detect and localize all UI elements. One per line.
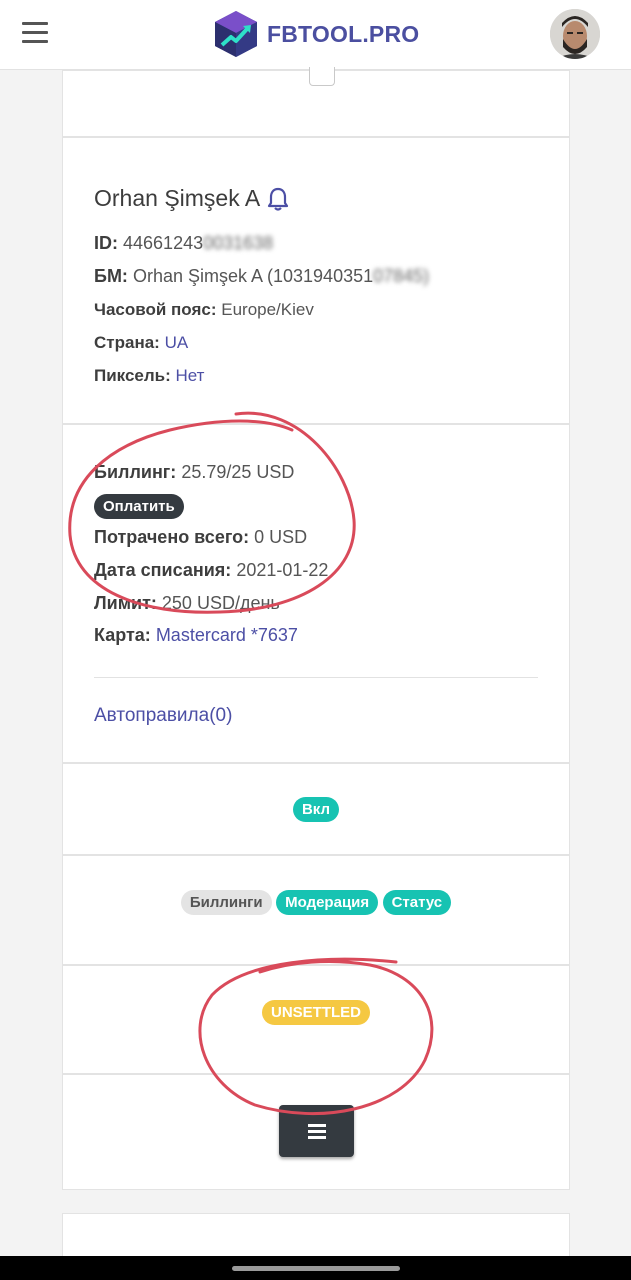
- billing-value: 25.79/25 USD: [181, 462, 295, 482]
- logo-cube-icon: [215, 11, 257, 57]
- avatar-image: [550, 9, 600, 59]
- tags-row: Биллинги Модерация Статус: [63, 890, 569, 915]
- pay-row: Оплатить: [94, 494, 184, 519]
- status-card: Вкл: [62, 763, 570, 855]
- billing-row: Биллинг: 25.79/25 USD: [94, 462, 294, 483]
- tag-moderation[interactable]: Модерация: [276, 890, 379, 915]
- limit-label: Лимит:: [94, 593, 157, 613]
- home-indicator[interactable]: [232, 1266, 400, 1271]
- actions-menu-button[interactable]: [279, 1105, 354, 1157]
- spent-value: 0 USD: [254, 527, 308, 547]
- account-id-row: ID: 446612430031638: [94, 233, 273, 254]
- spent-row: Потрачено всего: 0 USD: [94, 527, 307, 548]
- timezone-value: Europe/Kiev: [221, 300, 314, 319]
- select-checkbox[interactable]: [309, 67, 335, 86]
- country-label: Страна:: [94, 333, 160, 352]
- top-bar: FBTOOL.PRO: [0, 0, 631, 70]
- enabled-badge[interactable]: Вкл: [292, 797, 340, 822]
- unsettled-badge: UNSETTLED: [262, 1000, 370, 1025]
- country-row: Страна: UA: [94, 333, 188, 353]
- pixel-row: Пиксель: Нет: [94, 366, 204, 386]
- tag-billings[interactable]: Биллинги: [180, 890, 272, 915]
- user-avatar[interactable]: [550, 9, 600, 59]
- billing-label: Биллинг:: [94, 462, 177, 482]
- id-value: 44661243: [123, 233, 204, 253]
- bm-value: Orhan Şimşek A (1031940351: [132, 266, 374, 286]
- charge-date-value: 2021-01-22: [236, 560, 329, 580]
- timezone-label: Часовой пояс:: [94, 300, 217, 319]
- tags-card: Биллинги Модерация Статус: [62, 855, 570, 965]
- pixel-value: Нет: [175, 366, 205, 385]
- settlement-card: UNSETTLED: [62, 965, 570, 1074]
- charge-date-label: Дата списания:: [94, 560, 232, 580]
- pixel-label: Пиксель:: [94, 366, 171, 385]
- actions-card: [62, 1074, 570, 1190]
- country-value: UA: [164, 333, 189, 352]
- bm-row: БМ: Orhan Şimşek A (103194035107845): [94, 266, 429, 287]
- site-logo[interactable]: FBTOOL.PRO: [213, 8, 419, 60]
- id-label: ID:: [94, 233, 118, 253]
- timezone-row: Часовой пояс: Europe/Kiev: [94, 300, 314, 320]
- tag-status[interactable]: Статус: [382, 890, 452, 915]
- settlement-row: UNSETTLED: [63, 1000, 569, 1025]
- system-navigation-bar: [0, 1256, 631, 1280]
- bm-label: БМ:: [94, 266, 128, 286]
- bell-icon[interactable]: [266, 186, 290, 212]
- status-row: Вкл: [63, 797, 569, 822]
- card-label: Карта:: [94, 625, 151, 645]
- account-info-card: Orhan Şimşek A ID: 446612430031638 БМ: O…: [62, 137, 570, 424]
- limit-value: 250 USD/день: [161, 593, 280, 613]
- logo-text: FBTOOL.PRO: [267, 20, 420, 47]
- limit-row: Лимит: 250 USD/день: [94, 593, 280, 614]
- pay-button[interactable]: Оплатить: [94, 494, 184, 519]
- billing-card: Биллинг: 25.79/25 USD Оплатить Потрачено…: [62, 424, 570, 763]
- spent-label: Потрачено всего:: [94, 527, 250, 547]
- account-name-text: Orhan Şimşek A: [94, 185, 261, 211]
- billing-divider: [94, 677, 538, 678]
- card-row: Карта: Mastercard *7637: [94, 625, 298, 646]
- charge-date-row: Дата списания: 2021-01-22: [94, 560, 328, 581]
- id-value-hidden: 0031638: [203, 233, 274, 253]
- hamburger-menu-icon[interactable]: [22, 22, 48, 46]
- card-value[interactable]: Mastercard *7637: [156, 625, 298, 645]
- account-name: Orhan Şimşek A: [94, 185, 290, 212]
- autorules-link[interactable]: Автоправила(0): [94, 705, 232, 727]
- select-card: [62, 67, 570, 137]
- bm-value-hidden: 07845): [373, 266, 430, 286]
